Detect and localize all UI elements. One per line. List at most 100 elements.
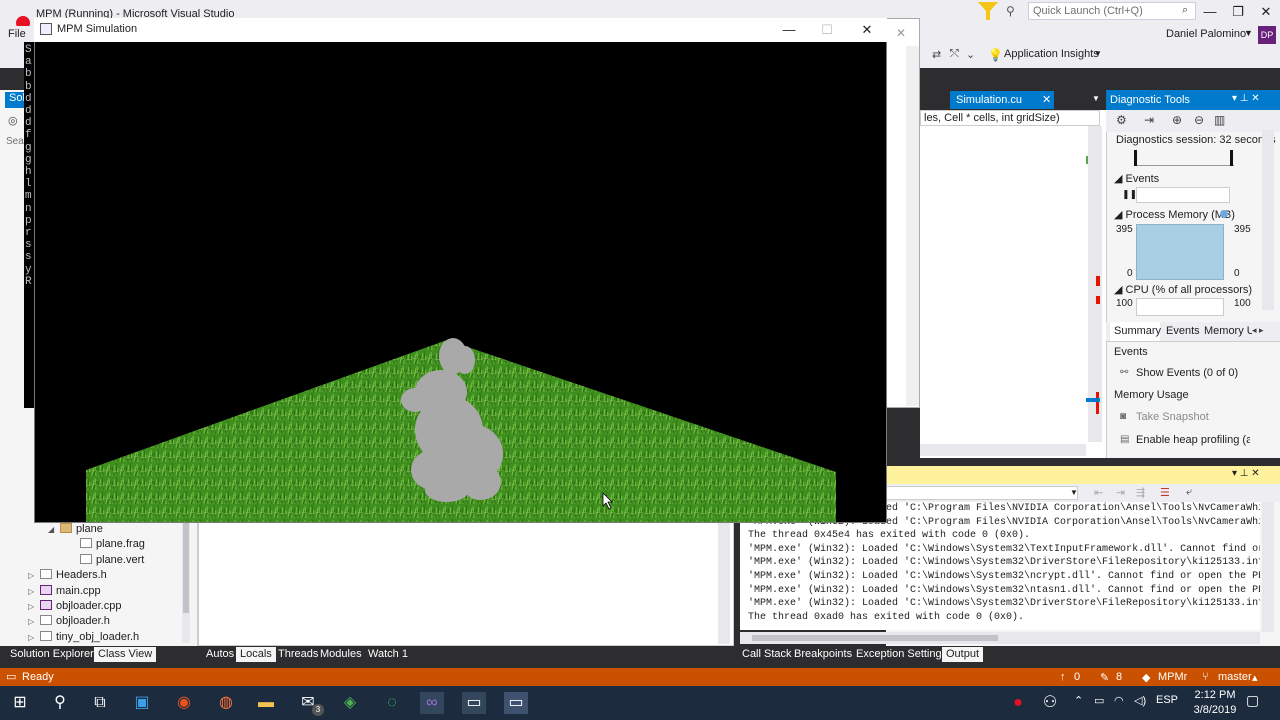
expand-arrow-icon[interactable]: ▷ <box>28 633 40 642</box>
explorer-item[interactable]: plane.vert <box>68 553 144 569</box>
mpm-taskbar-icon[interactable]: ▭ <box>504 692 528 714</box>
console-scrollbar[interactable] <box>906 46 919 406</box>
chevron-up-icon[interactable]: ▴ <box>1252 671 1258 684</box>
push-icon[interactable]: ↑ <box>1060 671 1066 683</box>
chevron-down-icon[interactable]: ▼ <box>1244 28 1253 38</box>
chevron-down-icon[interactable]: ▼ <box>1092 94 1100 103</box>
take-snapshot-button[interactable]: Take Snapshot <box>1136 411 1209 423</box>
events-section-title[interactable]: ◢ Events <box>1114 172 1159 185</box>
function-navigation-dropdown[interactable]: les, Cell * cells, int gridSize) <box>920 110 1100 126</box>
explorer-item[interactable]: ◢ plane <box>48 523 103 538</box>
push-count[interactable]: 0 <box>1074 671 1080 683</box>
prev-message-icon[interactable]: ⇤ <box>1094 486 1103 499</box>
next-message-icon[interactable]: ⇥ <box>1116 486 1125 499</box>
home-icon[interactable]: ◎ <box>8 114 18 127</box>
restore-button[interactable]: ❐ <box>1224 2 1252 22</box>
windows-start-icon[interactable]: ⊞ <box>8 692 32 714</box>
tab-output[interactable]: Output <box>942 647 984 662</box>
explorer-item[interactable]: ▷ tiny_obj_loader.h <box>28 630 139 646</box>
find-icon[interactable]: ⇶ <box>1136 486 1145 499</box>
step-icon[interactable]: ⇄ <box>932 48 941 61</box>
close-button[interactable]: ✕ <box>852 20 882 40</box>
close-icon[interactable]: ✕ <box>896 26 906 40</box>
repo-icon[interactable]: ◆ <box>1142 671 1150 684</box>
chevron-up-icon[interactable]: ⌃ <box>1074 694 1083 707</box>
clock-date[interactable]: 3/8/2019 <box>1190 704 1240 716</box>
task-view-icon[interactable]: ⧉ <box>88 692 112 714</box>
antivirus-icon[interactable]: ● <box>1006 692 1030 714</box>
tab-breakpoints[interactable]: Breakpoints <box>790 647 856 662</box>
expand-arrow-icon[interactable]: ▷ <box>28 617 40 626</box>
output-scrollbar-thumb[interactable] <box>752 635 998 641</box>
app-icon[interactable] <box>40 23 52 35</box>
locals-scrollbar[interactable] <box>718 522 730 644</box>
minimize-button[interactable]: — <box>1196 2 1224 22</box>
maximize-button[interactable]: ☐ <box>812 20 842 40</box>
minimize-button[interactable]: — <box>774 20 804 40</box>
explorer-item[interactable]: ▷ objloader.cpp <box>28 600 121 615</box>
avatar[interactable]: DP <box>1258 26 1276 44</box>
menu-file[interactable]: File <box>8 28 26 40</box>
output-scrollbar[interactable] <box>1262 502 1274 632</box>
refresh-app-icon[interactable]: ◌ <box>380 692 404 714</box>
diagnostics-timeline[interactable] <box>1134 150 1234 166</box>
explorer-item[interactable]: ▷ main.cpp <box>28 584 101 600</box>
explorer-item[interactable]: ▷ Headers.h <box>28 569 107 584</box>
ubuntu-icon[interactable]: ◉ <box>172 692 196 714</box>
timeline-start-handle[interactable] <box>1134 150 1137 166</box>
expand-arrow-icon[interactable]: ▷ <box>28 602 40 611</box>
language-indicator[interactable]: ESP <box>1156 694 1178 706</box>
code-editor[interactable] <box>920 90 1106 458</box>
tab-class-view[interactable]: Class View <box>94 647 157 662</box>
explorer-scrollbar-thumb[interactable] <box>183 523 189 613</box>
output-source-dropdown[interactable] <box>886 486 1078 500</box>
chevron-down-icon[interactable]: ▼ <box>1094 49 1102 58</box>
settings-icon[interactable]: ⚙ <box>1116 113 1127 127</box>
zoom-in-icon[interactable]: ⊕ <box>1172 113 1182 127</box>
timeline-end-handle[interactable] <box>1230 150 1233 166</box>
show-events-link[interactable]: Show Events (0 of 0) <box>1136 367 1238 379</box>
tab-exception-settings[interactable]: Exception Settings <box>852 647 951 662</box>
tab-autos[interactable]: Autos <box>202 647 238 662</box>
branch-name[interactable]: master <box>1218 671 1252 683</box>
tab-call-stack[interactable]: Call Stack <box>738 647 796 662</box>
app-insights-button[interactable]: Application Insights <box>1004 48 1099 60</box>
tab-watch-1[interactable]: Watch 1 <box>364 647 412 662</box>
search-icon[interactable]: ⌕ <box>1182 4 1188 17</box>
chevron-down-icon[interactable]: ▼ <box>1070 488 1078 497</box>
expand-arrow-icon[interactable]: ▷ <box>28 587 40 596</box>
cpu-title[interactable]: ◢ CPU (% of all processors) <box>1114 283 1252 296</box>
diagnostics-scrollbar[interactable] <box>1262 130 1274 310</box>
quick-launch-input[interactable]: Quick Launch (Ctrl+Q) <box>1028 2 1196 20</box>
edit-count[interactable]: 8 <box>1116 671 1122 683</box>
feedback-icon[interactable]: ⚲ <box>1006 4 1015 18</box>
notification-center-icon[interactable]: ▢ <box>1246 692 1259 709</box>
panel-controls-icon[interactable]: ▾ ⊥ ✕ <box>1232 93 1260 104</box>
firefox-icon[interactable]: ◍ <box>214 692 238 714</box>
close-button[interactable]: ✕ <box>1252 2 1280 22</box>
mpm-title-bar[interactable] <box>34 18 887 42</box>
expand-arrow-icon[interactable]: ◢ <box>48 525 60 534</box>
pause-icon[interactable]: ❚❚ <box>1122 189 1137 200</box>
explorer-item[interactable]: plane.frag <box>68 538 145 553</box>
tab-modules[interactable]: Modules <box>316 647 366 662</box>
explorer-item[interactable]: ▷ objloader.h <box>28 615 110 630</box>
tab-locals[interactable]: Locals <box>236 647 276 662</box>
explorer-search-input[interactable]: Sea <box>6 136 24 147</box>
breakpoint-icon[interactable]: ⤲ <box>950 48 959 61</box>
word-wrap-icon[interactable]: ⤶ <box>1186 486 1192 499</box>
tab-memory-usage[interactable]: Memory Us <box>1204 325 1252 337</box>
wifi-icon[interactable]: ◠ <box>1114 694 1124 707</box>
enable-heap-profiling-checkbox[interactable]: Enable heap profiling (affe <box>1136 434 1250 446</box>
zoom-out-icon[interactable]: ⊖ <box>1194 113 1204 127</box>
close-icon[interactable]: ✕ <box>1042 93 1051 106</box>
app-green-icon[interactable]: ◈ <box>338 692 362 714</box>
expand-arrow-icon[interactable]: ▷ <box>28 571 40 580</box>
user-name[interactable]: Daniel Palomino <box>1166 28 1246 40</box>
people-icon[interactable]: ⚇ <box>1038 692 1062 714</box>
clear-all-icon[interactable]: ☰ <box>1160 486 1170 499</box>
store-icon[interactable]: ▣ <box>130 692 154 714</box>
panel-controls-icon[interactable]: ▾ ⊥ ✕ <box>1232 468 1260 479</box>
console-taskbar-icon[interactable]: ▭ <box>462 692 486 714</box>
file-explorer-icon[interactable]: ▬ <box>254 692 278 714</box>
